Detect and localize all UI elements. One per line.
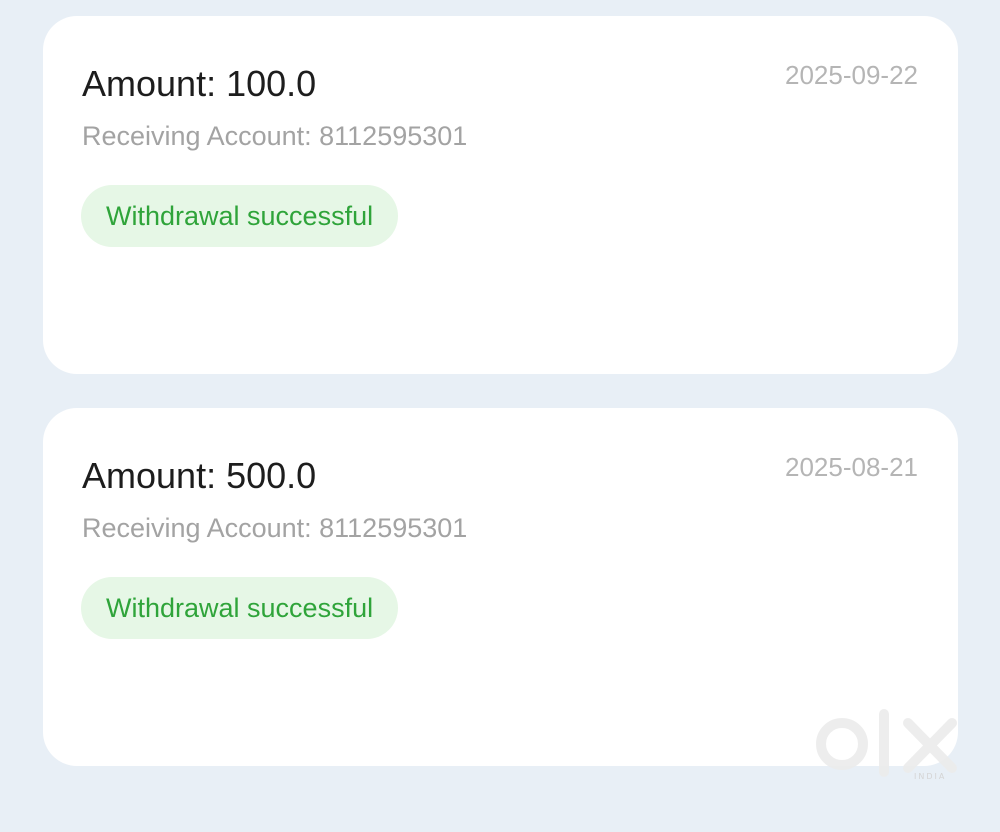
- watermark-subtext: INDIA: [914, 772, 947, 781]
- receiving-account: Receiving Account: 8112595301: [82, 121, 468, 151]
- withdrawal-card[interactable]: Amount: 100.0 2025-09-22 Receiving Accou…: [43, 16, 958, 374]
- receiving-account: Receiving Account: 8112595301: [82, 513, 468, 543]
- withdrawal-amount: Amount: 100.0: [82, 63, 317, 104]
- status-badge: Withdrawal successful: [81, 577, 399, 639]
- withdrawal-date: 2025-08-21: [785, 452, 918, 482]
- withdrawal-amount: Amount: 500.0: [82, 455, 317, 496]
- withdrawal-date: 2025-09-22: [785, 60, 918, 90]
- status-badge: Withdrawal successful: [81, 185, 399, 247]
